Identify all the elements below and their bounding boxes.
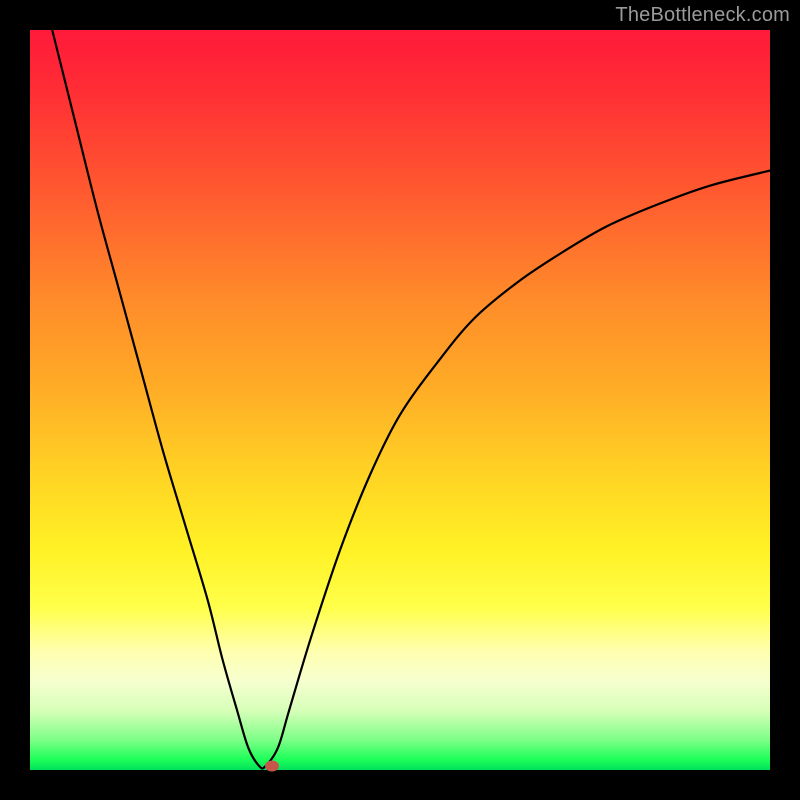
curve-svg bbox=[30, 30, 770, 770]
plot-area bbox=[30, 30, 770, 770]
bottleneck-curve-path bbox=[52, 30, 770, 769]
optimal-point-marker bbox=[265, 761, 279, 772]
chart-frame: TheBottleneck.com bbox=[0, 0, 800, 800]
watermark-text: TheBottleneck.com bbox=[615, 4, 790, 27]
